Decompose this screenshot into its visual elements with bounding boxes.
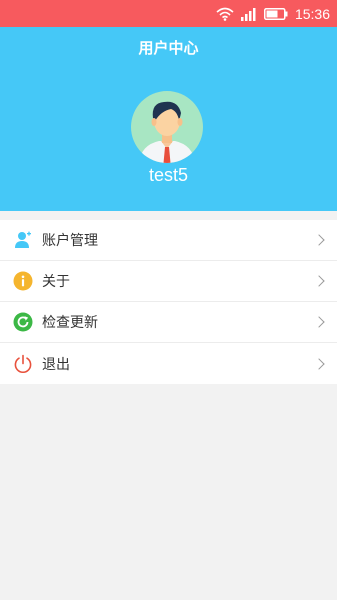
clock-time: 15:36 <box>294 5 330 22</box>
menu-item-label: 账户管理 <box>42 233 98 249</box>
chevron-right-icon <box>313 275 325 287</box>
menu-item-label: 关于 <box>42 274 70 290</box>
menu-item-check-update[interactable]: 检查更新 <box>0 302 337 343</box>
avatar[interactable] <box>131 91 203 163</box>
wifi-icon <box>216 7 234 21</box>
menu-item-label: 退出 <box>42 356 70 373</box>
page-title: 用户中心 <box>138 39 199 57</box>
signal-icon <box>240 7 257 21</box>
battery-icon <box>263 7 288 20</box>
menu-item-label: 检查更新 <box>42 315 98 331</box>
username: test5 <box>148 165 189 185</box>
info-icon <box>13 271 33 291</box>
chevron-right-icon <box>313 357 325 370</box>
account-icon <box>13 230 33 250</box>
menu-item-logout[interactable]: 退出 <box>0 343 337 384</box>
power-icon <box>13 354 33 374</box>
menu-item-about[interactable]: 关于 <box>0 261 337 302</box>
status-bar: 15:36 <box>0 0 337 27</box>
chevron-right-icon <box>313 316 325 328</box>
settings-menu: 账户管理 关于 检查更新 退出 <box>0 220 337 384</box>
chevron-right-icon <box>313 234 325 246</box>
menu-item-account[interactable]: 账户管理 <box>0 220 337 261</box>
refresh-icon <box>13 312 33 332</box>
avatar-icon <box>131 91 203 163</box>
user-header: 用户中心 test5 <box>0 27 337 211</box>
